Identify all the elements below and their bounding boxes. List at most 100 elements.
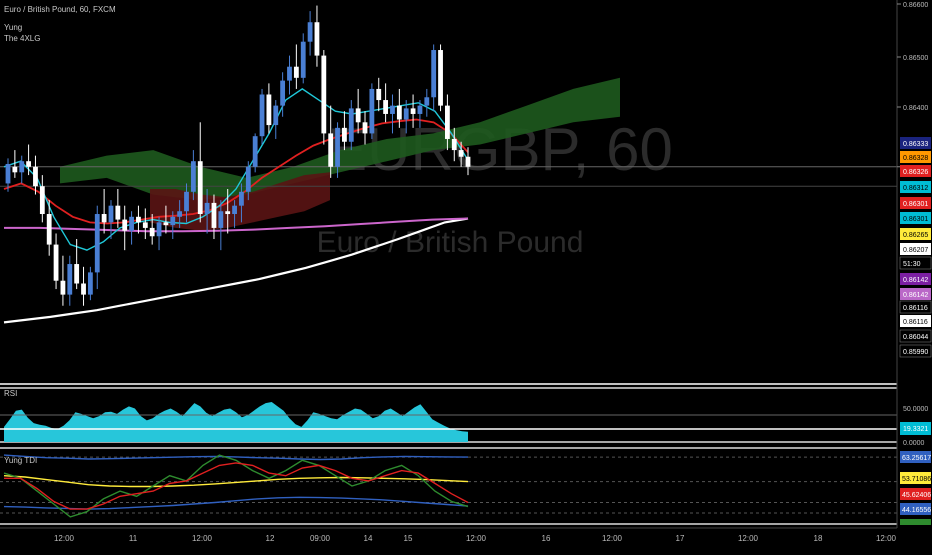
price-tag-label: 51:30 <box>903 261 921 268</box>
candle-body <box>280 80 286 106</box>
time-tick-label: 12:00 <box>54 534 75 543</box>
time-tick-label: 12:00 <box>876 534 897 543</box>
symbol-title: Euro / British Pound, 60, FXCM <box>4 5 116 14</box>
candle-body <box>94 214 100 273</box>
candle-body <box>39 186 45 215</box>
candle-body <box>273 105 279 126</box>
rsi-tick-label: 50.0000 <box>903 406 928 413</box>
candle-body <box>26 161 31 167</box>
candle-body <box>321 55 327 134</box>
candle-body <box>465 156 471 167</box>
candle-body <box>307 22 313 42</box>
candle-body <box>252 136 258 167</box>
tdi-series-line <box>3 475 469 488</box>
time-tick-label: 12 <box>266 534 275 543</box>
candle-body <box>101 214 107 223</box>
candle-body <box>314 22 320 56</box>
price-tag-label: 0.86116 <box>903 305 928 312</box>
candle-body <box>410 108 416 114</box>
time-tick-label: 16 <box>542 534 551 543</box>
candle-body <box>5 163 11 184</box>
candle-body <box>19 161 25 173</box>
candle-body <box>417 105 423 114</box>
candle-body <box>142 222 148 228</box>
price-tag-label: 0.86207 <box>903 247 928 254</box>
tdi-green-tag <box>900 519 931 525</box>
tdi-value-label: 63.25617 <box>902 455 931 462</box>
candle-body <box>266 94 272 126</box>
time-tick-label: 11 <box>129 534 138 543</box>
candle-body <box>197 161 203 215</box>
candle-body <box>87 272 93 295</box>
price-tag-label: 0.86301 <box>903 216 928 223</box>
candle-body <box>218 211 224 228</box>
candle-body <box>81 283 86 295</box>
candle-body <box>335 127 340 167</box>
candle-body <box>108 205 114 223</box>
price-tag-label: 0.86312 <box>903 185 928 192</box>
time-tick-label: 12:00 <box>192 534 213 543</box>
time-tick-label: 09:00 <box>310 534 331 543</box>
chart-svg: EURGBP, 60Euro / British Pound0.866000.8… <box>0 0 931 543</box>
candle-body <box>424 97 430 106</box>
price-tag-label: 0.86265 <box>903 232 928 239</box>
candle-body <box>369 88 375 134</box>
rsi-tick-label: 0.0000 <box>903 440 925 447</box>
candle-body <box>33 166 38 187</box>
candle-body <box>53 244 59 281</box>
candle-body <box>431 50 437 98</box>
time-tick-label: 17 <box>676 534 685 543</box>
candle-body <box>376 88 382 101</box>
candle-body <box>245 166 251 192</box>
candle-body <box>239 191 244 206</box>
candle-body <box>390 105 395 114</box>
candle-body <box>259 94 265 137</box>
candle-body <box>300 41 306 78</box>
candle-body <box>115 205 121 220</box>
candle-body <box>46 214 52 245</box>
price-tag-label: 0.86326 <box>903 169 928 176</box>
candle-body <box>170 216 176 226</box>
candle-body <box>149 227 155 237</box>
candle-body <box>362 122 368 134</box>
indicator-label-4xlg: The 4XLG <box>4 34 41 43</box>
candle-body <box>396 105 402 120</box>
candle-body <box>156 222 162 237</box>
tdi-value-label: 44.16556 <box>902 507 931 514</box>
candle-body <box>122 219 128 231</box>
indicator-label-yung: Yung <box>4 23 23 32</box>
tdi-series-line <box>3 454 469 518</box>
tdi-value-label: 53.71086 <box>902 476 931 483</box>
price-tag-label: 0.86301 <box>903 201 928 208</box>
candle-body <box>438 50 443 106</box>
time-tick-label: 12:00 <box>466 534 487 543</box>
price-tick-label: 0.86400 <box>903 105 928 112</box>
chart-root: EURGBP, 60 Euro / British Pound 0.86600 0.8… <box>0 0 932 550</box>
price-tag-label: 0.86044 <box>903 334 928 341</box>
candle-body <box>177 211 183 217</box>
price-tag-label: 0.86328 <box>903 155 928 162</box>
candle-body <box>293 66 299 78</box>
candle-body <box>287 66 292 81</box>
time-tick-label: 15 <box>404 534 413 543</box>
candle-body <box>190 161 196 192</box>
candle-body <box>458 150 464 157</box>
rsi-area <box>4 402 468 442</box>
candle-body <box>328 133 334 167</box>
candle-body <box>184 191 189 212</box>
price-tick-label: 0.86600 <box>903 2 928 9</box>
candle-body <box>403 108 409 120</box>
time-tick-label: 18 <box>814 534 823 543</box>
candle-body <box>383 100 389 114</box>
candle-body <box>163 222 169 226</box>
tdi-pane-label: Yung TDI <box>4 456 38 465</box>
candle-body <box>225 211 231 215</box>
price-tag-label: 0.86333 <box>903 141 928 148</box>
candle-body <box>348 108 354 142</box>
candle-body <box>136 216 141 223</box>
candle-body <box>12 166 18 173</box>
time-tick-label: 12:00 <box>602 534 623 543</box>
candle-body <box>342 127 347 142</box>
tdi-series-line <box>3 496 469 510</box>
price-tag-label: 0.85990 <box>903 349 928 356</box>
